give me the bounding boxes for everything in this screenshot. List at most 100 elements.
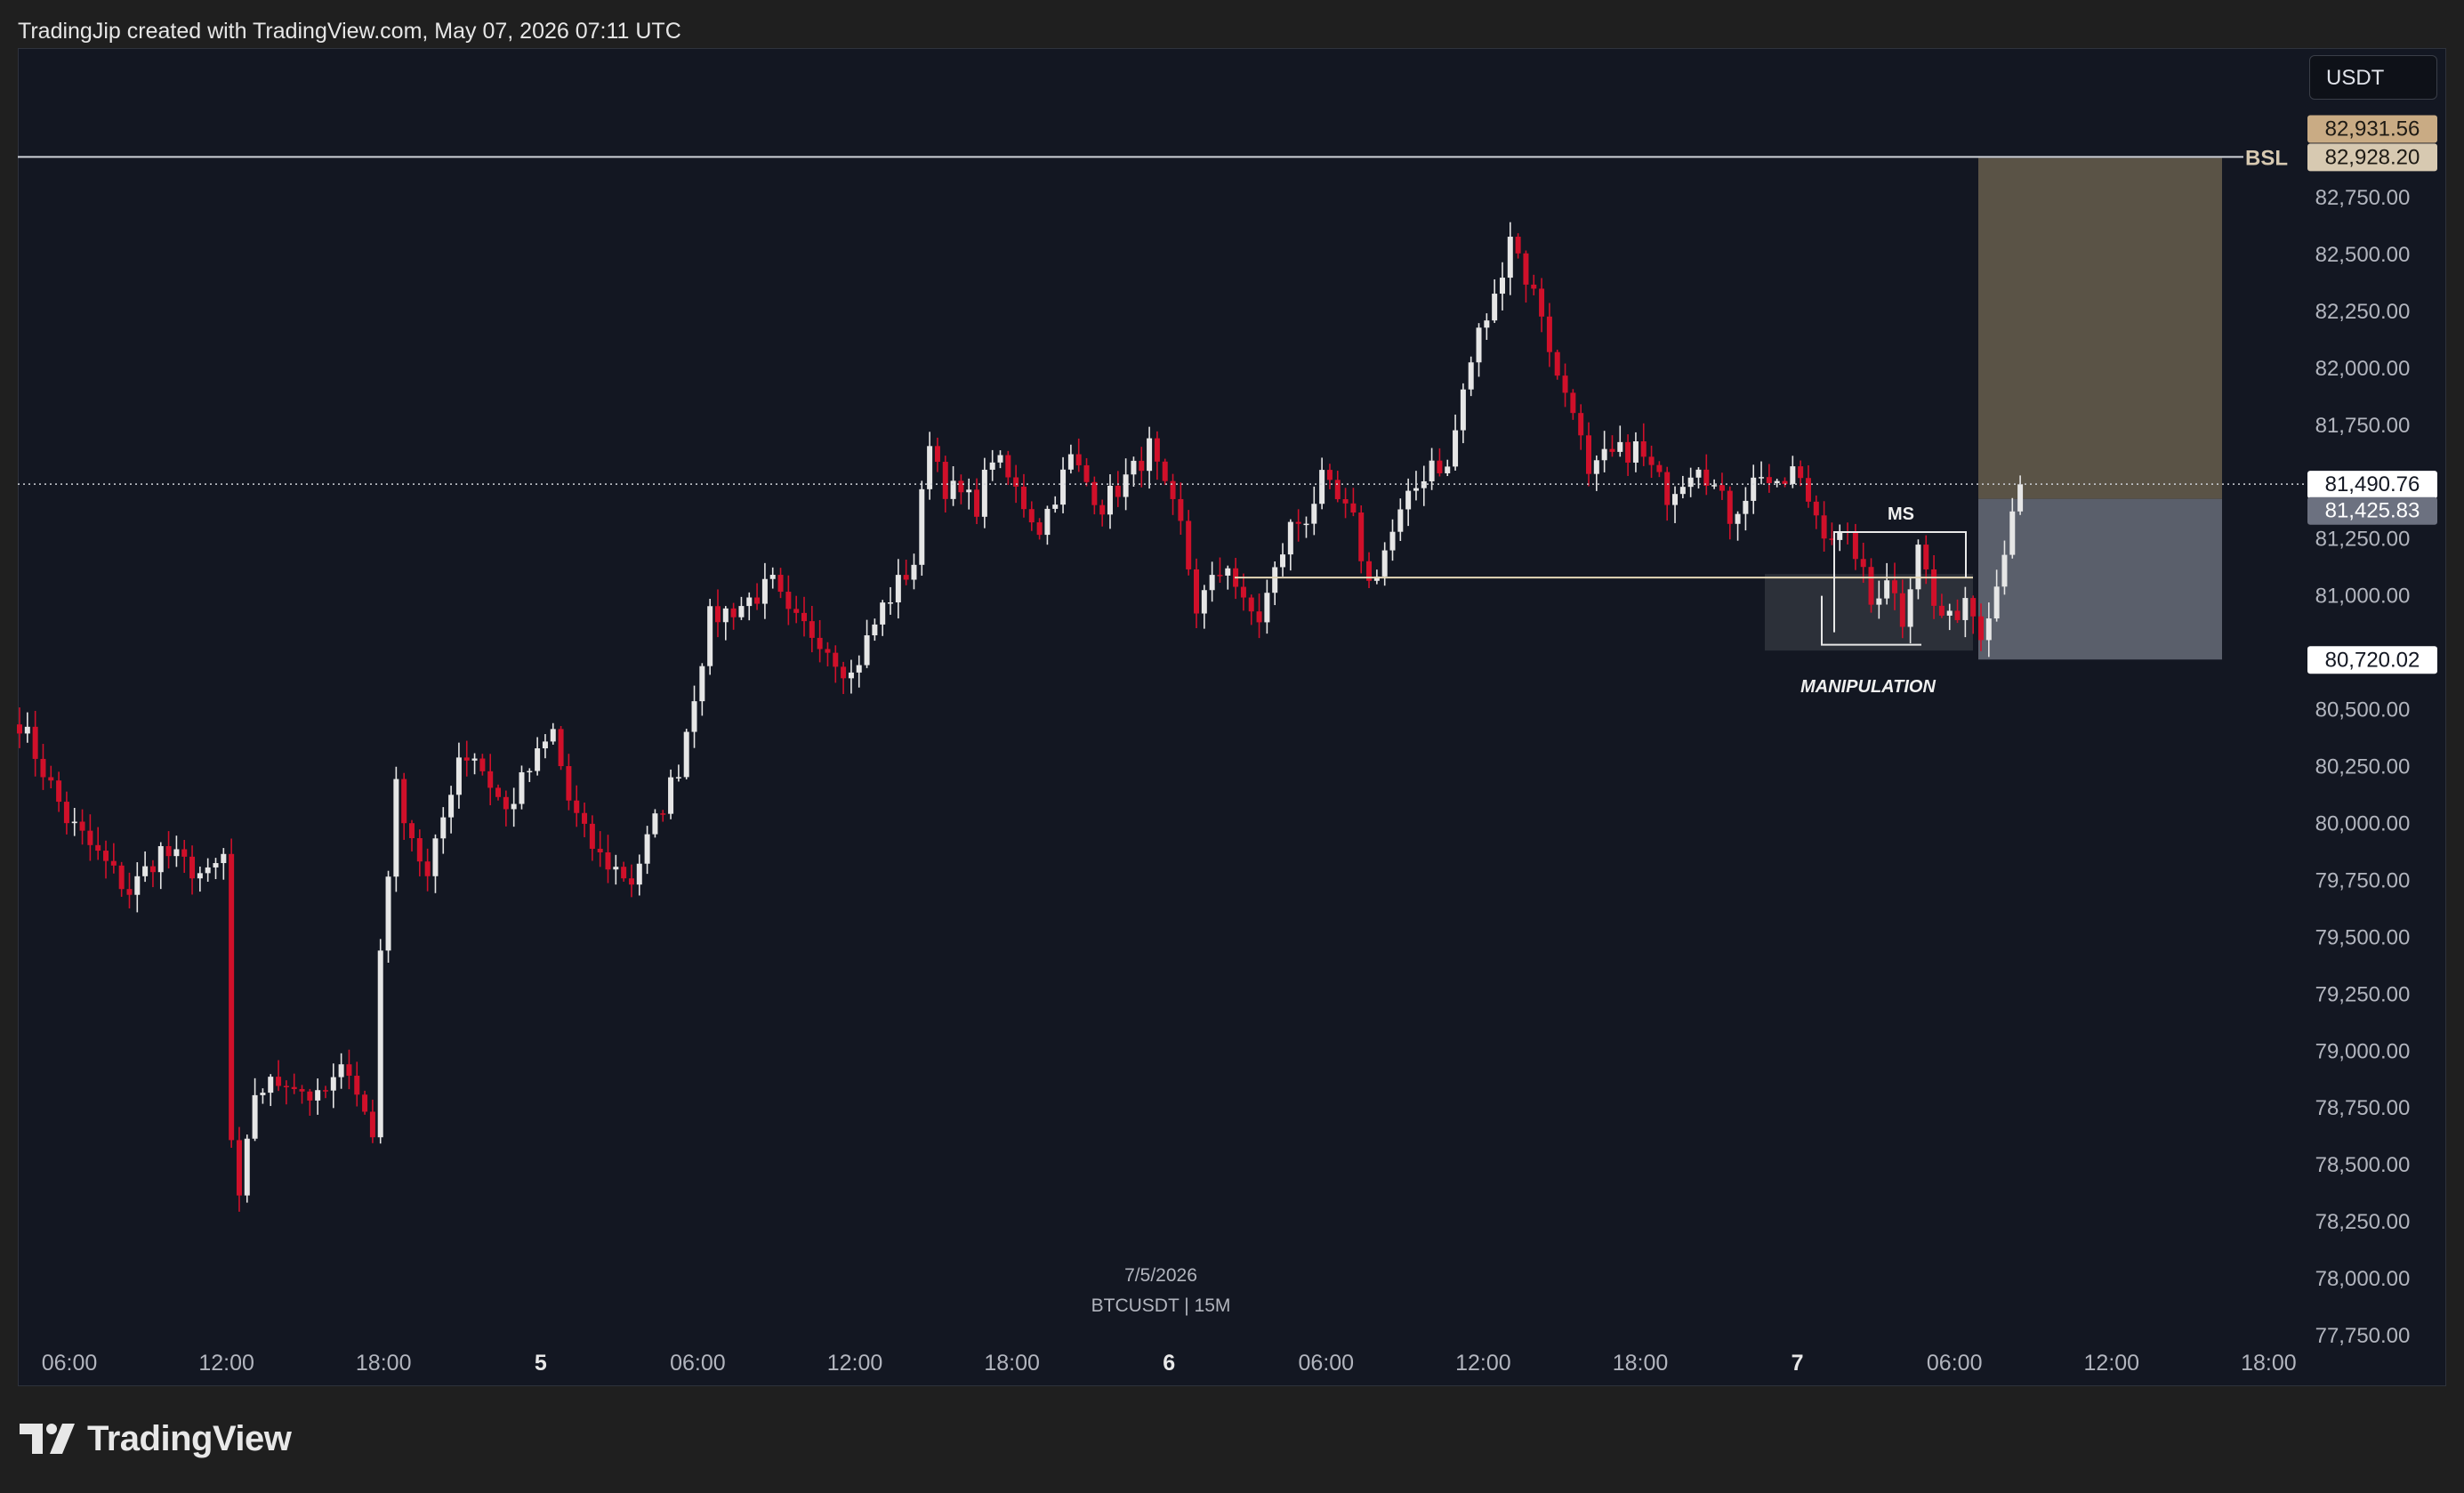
time-tick-label: 6 xyxy=(1163,1351,1175,1376)
price-tick-label: 80,500.00 xyxy=(2315,698,2411,722)
time-tick-label: 12:00 xyxy=(827,1351,883,1376)
candle xyxy=(1845,522,1851,545)
candle xyxy=(542,734,548,759)
currency-unit-selector[interactable]: USDT xyxy=(2309,55,2437,100)
candle xyxy=(888,586,894,615)
candle xyxy=(1837,524,1843,552)
candle xyxy=(589,815,595,861)
candle xyxy=(1405,478,1412,527)
candle xyxy=(1484,313,1490,340)
candle xyxy=(1609,435,1615,457)
candle xyxy=(1664,466,1671,521)
candle xyxy=(1805,464,1811,508)
candle xyxy=(1476,323,1482,377)
time-tick-label: 12:00 xyxy=(1455,1351,1511,1376)
time-tick-label: 06:00 xyxy=(1927,1351,1983,1376)
candle xyxy=(1020,473,1027,518)
candle xyxy=(1695,467,1702,489)
price-tick-label: 78,000.00 xyxy=(2315,1267,2411,1291)
candle xyxy=(1326,464,1333,489)
candle xyxy=(149,859,156,888)
candle xyxy=(958,474,964,504)
candle xyxy=(644,826,650,875)
candle xyxy=(276,1060,282,1092)
candle xyxy=(974,478,980,525)
candle xyxy=(714,589,721,638)
candle xyxy=(1453,414,1459,471)
candle xyxy=(1264,579,1270,634)
tradingview-logo[interactable]: TradingView xyxy=(20,1416,292,1461)
candle xyxy=(1413,471,1419,501)
price-tick-label: 82,500.00 xyxy=(2315,243,2411,267)
time-tick-label: 18:00 xyxy=(1613,1351,1669,1376)
candle xyxy=(1256,593,1262,639)
candle xyxy=(165,831,172,869)
candle xyxy=(1523,250,1529,303)
candle xyxy=(761,562,768,619)
candle xyxy=(1350,488,1357,517)
candle xyxy=(1554,349,1560,380)
candle xyxy=(1272,561,1278,606)
candle xyxy=(346,1049,352,1090)
price-chart[interactable]: MS MANIPULATION BSL 7/5/2026 BTCUSDT | 1… xyxy=(0,0,2464,1493)
candle xyxy=(1295,509,1301,542)
price-tick-label: 77,750.00 xyxy=(2315,1324,2411,1348)
candle xyxy=(495,784,502,801)
position-target-zone[interactable] xyxy=(1978,157,2222,499)
target-price-tag: 82,931.56 xyxy=(2307,115,2437,143)
candle xyxy=(1546,303,1552,367)
candle xyxy=(527,768,533,782)
candlestick-series xyxy=(17,222,2024,1212)
time-tick-label: 06:00 xyxy=(1299,1351,1355,1376)
time-tick-label: 7 xyxy=(1792,1351,1804,1376)
candle xyxy=(911,553,917,590)
candle xyxy=(1727,486,1733,540)
candle xyxy=(1280,543,1286,577)
candle xyxy=(1107,474,1113,529)
candle xyxy=(48,765,54,789)
candle xyxy=(1075,438,1082,472)
candle xyxy=(1209,561,1215,602)
candle xyxy=(1531,274,1537,295)
candle xyxy=(487,754,494,806)
target-price-tag-text: 82,931.56 xyxy=(2325,117,2420,141)
price-tick-label: 79,000.00 xyxy=(2315,1039,2411,1063)
candle xyxy=(730,602,737,630)
candle xyxy=(950,465,956,506)
candle xyxy=(1798,460,1804,487)
candle xyxy=(1499,262,1505,311)
price-axis[interactable]: 82,750.00 82,500.00 82,250.00 82,000.00 81,7… xyxy=(2315,186,2411,1348)
candle xyxy=(1303,516,1309,538)
candle xyxy=(825,642,831,666)
candle xyxy=(1194,558,1199,628)
time-tick-label: 5 xyxy=(535,1351,547,1376)
time-tick-label: 12:00 xyxy=(2084,1351,2140,1376)
candle xyxy=(777,568,784,599)
candle xyxy=(1813,495,1819,529)
symbol-label: BTCUSDT | 15M xyxy=(1091,1295,1231,1316)
candle xyxy=(574,785,580,827)
candle xyxy=(895,559,901,619)
candle xyxy=(535,737,541,776)
candle xyxy=(1154,431,1160,480)
candle xyxy=(416,829,423,876)
candle xyxy=(71,807,77,836)
candle xyxy=(872,618,878,642)
candle xyxy=(173,835,180,868)
candle xyxy=(1319,457,1325,510)
stop-price-tag-text: 80,720.02 xyxy=(2325,648,2420,672)
candle xyxy=(56,771,62,812)
candle xyxy=(597,831,603,868)
candle xyxy=(440,807,447,854)
candle xyxy=(126,872,133,908)
candle xyxy=(997,450,1003,469)
candle xyxy=(1679,475,1686,499)
candle xyxy=(134,862,141,913)
time-axis[interactable]: 06:00 12:00 18:00 5 06:00 12:00 18:00 6 06:00 12:… xyxy=(42,1351,2297,1376)
last-price-tag-text: 81,490.76 xyxy=(2325,472,2420,496)
time-tick-label: 12:00 xyxy=(198,1351,254,1376)
candle xyxy=(1334,471,1341,503)
candle xyxy=(1358,504,1365,574)
candle xyxy=(605,835,611,884)
candle xyxy=(377,939,383,1144)
